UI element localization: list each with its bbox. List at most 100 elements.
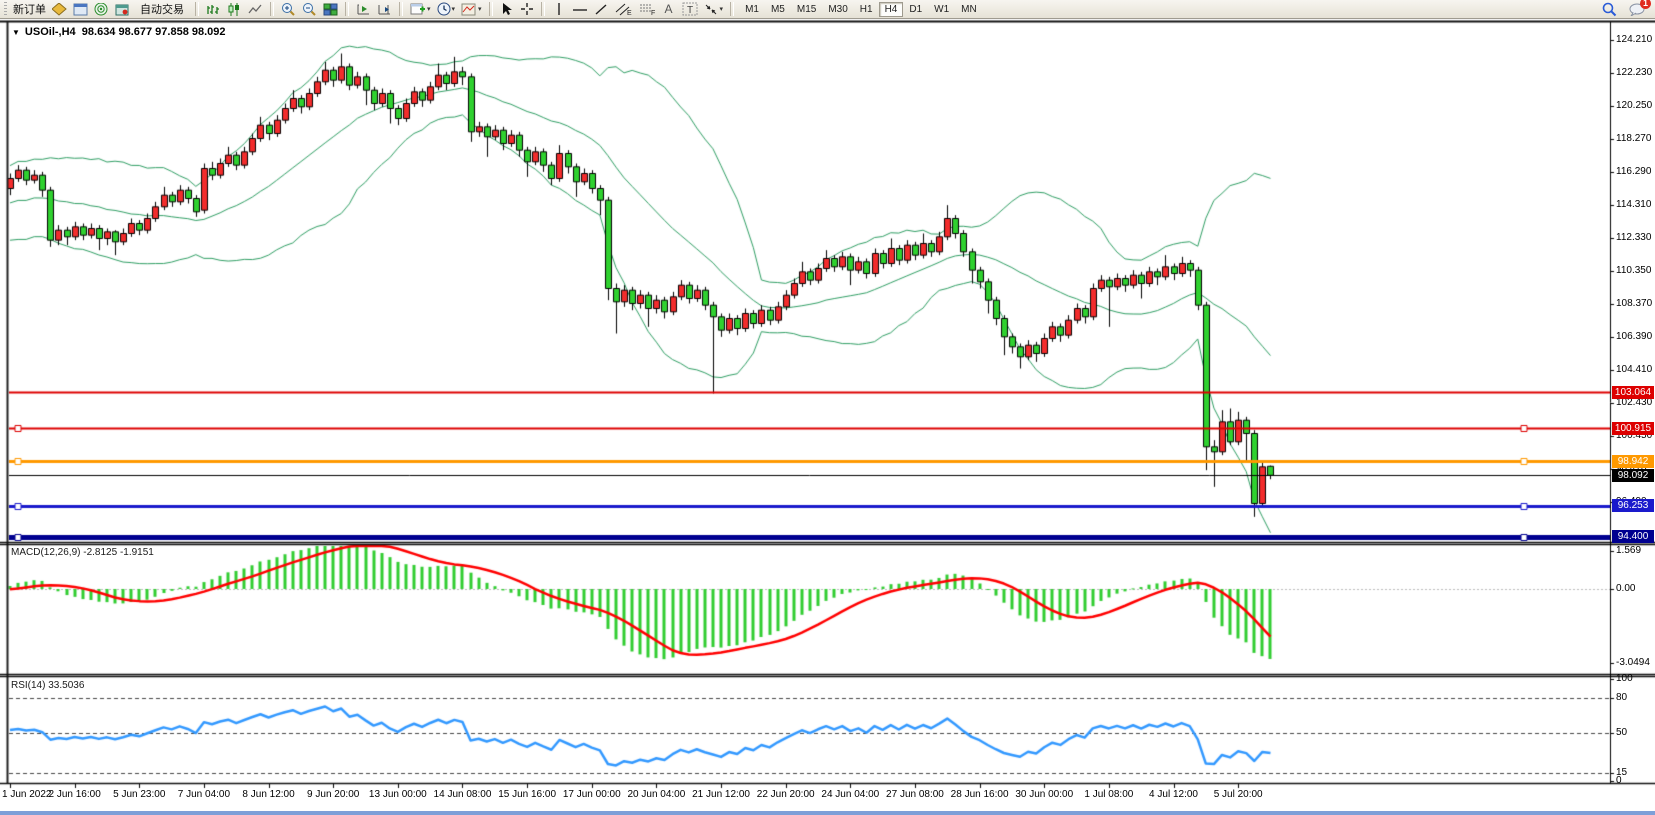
date-axis-label[interactable]: 22 Jun 20:00: [757, 789, 815, 800]
date-axis-label[interactable]: 20 Jun 04:00: [627, 789, 685, 800]
price-tick-label: 120.250: [1616, 100, 1652, 111]
text-tool[interactable]: A: [660, 1, 678, 18]
periods-button[interactable]: ▾: [435, 1, 458, 18]
chart-symbol-period: USOil-,H4: [25, 26, 76, 38]
date-axis-label[interactable]: 7 Jun 04:00: [178, 789, 230, 800]
channel-tool[interactable]: E: [612, 1, 634, 18]
trendline-tool[interactable]: [592, 1, 610, 18]
date-axis-label[interactable]: 24 Jun 04:00: [821, 789, 879, 800]
date-axis-label[interactable]: 13 Jun 00:00: [369, 789, 427, 800]
indicators-button[interactable]: ▾: [459, 1, 484, 18]
toolbar-separator: [195, 2, 199, 16]
search-icon[interactable]: [1600, 1, 1619, 18]
autotrading-button[interactable]: 自动交易: [134, 1, 190, 18]
timeframe-group: M1M5M15M30H1H4D1W1MN: [739, 2, 983, 17]
toolbar-separator: [399, 2, 403, 16]
price-tick-label: 114.310: [1616, 199, 1651, 210]
navigator-icon[interactable]: [92, 1, 111, 18]
price-line-badge: 100.915: [1612, 422, 1654, 435]
date-axis-label[interactable]: 21 Jun 12:00: [692, 789, 750, 800]
tf-button-M5[interactable]: M5: [765, 2, 791, 17]
toolbar-separator: [345, 2, 349, 16]
date-axis-label[interactable]: 8 Jun 12:00: [242, 789, 294, 800]
tf-button-D1[interactable]: D1: [903, 2, 928, 17]
auto-arrange-icon[interactable]: [354, 1, 373, 18]
macd-indicator-label: MACD(12,26,9) -2.8125 -1.9151: [11, 547, 154, 558]
chevron-down-icon: ▾: [427, 5, 431, 13]
date-axis-label[interactable]: 17 Jun 00:00: [563, 789, 621, 800]
chart-title: ▼ USOil-,H4 98.634 98.677 97.858 98.092: [12, 26, 226, 38]
crosshair-icon[interactable]: [518, 1, 536, 18]
macd-axis-label: 0.00: [1616, 583, 1635, 594]
date-axis-label[interactable]: 30 Jun 00:00: [1015, 789, 1073, 800]
toolbar-separator: [730, 2, 734, 16]
date-axis-label[interactable]: 9 Jun 20:00: [307, 789, 359, 800]
date-axis-label[interactable]: 5 Jun 23:00: [113, 789, 165, 800]
chart-quote-ohlc: 98.634 98.677 97.858 98.092: [82, 26, 226, 38]
window-bottom-edge: [0, 811, 1655, 815]
cursor-icon[interactable]: [498, 1, 516, 18]
rsi-axis-label: 50: [1616, 727, 1627, 738]
chart-line-icon[interactable]: [246, 1, 265, 18]
text-label-tool[interactable]: T: [680, 1, 700, 18]
tf-button-W1[interactable]: W1: [928, 2, 955, 17]
chart-canvas[interactable]: [0, 0, 1655, 815]
tf-button-H1[interactable]: H1: [854, 2, 879, 17]
tf-button-M1[interactable]: M1: [739, 2, 765, 17]
toolbar-grip[interactable]: [4, 2, 7, 16]
chart-bars-icon[interactable]: [204, 1, 223, 18]
price-tick-label: 116.290: [1616, 166, 1651, 177]
date-axis-label[interactable]: 5 Jul 20:00: [1214, 789, 1263, 800]
price-tick-label: 124.210: [1616, 34, 1652, 45]
terminal-icon[interactable]: [113, 1, 132, 18]
toolbar-separator: [270, 2, 274, 16]
price-line-badge: 98.092: [1612, 469, 1654, 482]
vertical-line-tool[interactable]: [550, 1, 568, 18]
date-axis-label[interactable]: 14 Jun 08:00: [434, 789, 492, 800]
fibonacci-tool[interactable]: F: [636, 1, 658, 18]
notifications-icon[interactable]: 1: [1627, 1, 1647, 18]
rsi-indicator-label: RSI(14) 33.5036: [11, 680, 84, 691]
new-chart-button[interactable]: ▾: [408, 1, 433, 18]
tf-button-M15[interactable]: M15: [791, 2, 822, 17]
rsi-axis-label: 100: [1616, 673, 1633, 684]
horizontal-line-tool[interactable]: [570, 1, 590, 18]
date-axis-label[interactable]: 4 Jul 12:00: [1149, 789, 1198, 800]
tile-windows-icon[interactable]: [321, 1, 340, 18]
tf-button-MN[interactable]: MN: [955, 2, 983, 17]
price-line-badge: 103.064: [1612, 386, 1654, 399]
scale-fix-icon[interactable]: [375, 1, 394, 18]
toolbar-separator: [541, 2, 545, 16]
date-axis-label[interactable]: 27 Jun 08:00: [886, 789, 944, 800]
price-tick-label: 118.270: [1616, 133, 1651, 144]
date-axis-label[interactable]: 1 Jul 08:00: [1084, 789, 1133, 800]
arrows-tool[interactable]: ▾: [702, 1, 726, 18]
mt4-window: 新订单 自动交易: [0, 0, 1655, 815]
price-line-badge: 94.400: [1612, 530, 1654, 543]
date-axis-label[interactable]: 2 Jun 16:00: [48, 789, 100, 800]
new-order-button[interactable]: 新订单: [11, 1, 48, 18]
toolbar-separator: [489, 2, 493, 16]
tf-button-M30[interactable]: M30: [822, 2, 853, 17]
svg-text:T: T: [687, 5, 693, 16]
price-tick-label: 110.350: [1616, 265, 1651, 276]
date-axis-label[interactable]: 1 Jun 2022: [2, 789, 52, 800]
tf-button-H4[interactable]: H4: [879, 2, 904, 17]
zoom-out-icon[interactable]: [300, 1, 319, 18]
one-click-trading-toggle-icon[interactable]: ▼: [12, 28, 20, 37]
chevron-down-icon: ▾: [452, 5, 456, 13]
svg-text:F: F: [651, 10, 655, 16]
date-axis-label[interactable]: 28 Jun 16:00: [951, 789, 1009, 800]
price-tick-label: 108.370: [1616, 298, 1652, 309]
macd-axis-label: 1.569: [1616, 545, 1641, 556]
toolbar: 新订单 自动交易: [0, 0, 1655, 19]
rsi-axis-label: 0: [1616, 775, 1622, 786]
macd-axis-label: -3.0494: [1616, 657, 1650, 668]
data-window-icon[interactable]: [71, 1, 90, 18]
chart-candles-icon[interactable]: [225, 1, 244, 18]
market-watch-icon[interactable]: [50, 1, 69, 18]
zoom-in-icon[interactable]: [279, 1, 298, 18]
price-tick-label: 106.390: [1616, 331, 1652, 342]
chevron-down-icon: ▾: [720, 5, 724, 13]
date-axis-label[interactable]: 15 Jun 16:00: [498, 789, 556, 800]
